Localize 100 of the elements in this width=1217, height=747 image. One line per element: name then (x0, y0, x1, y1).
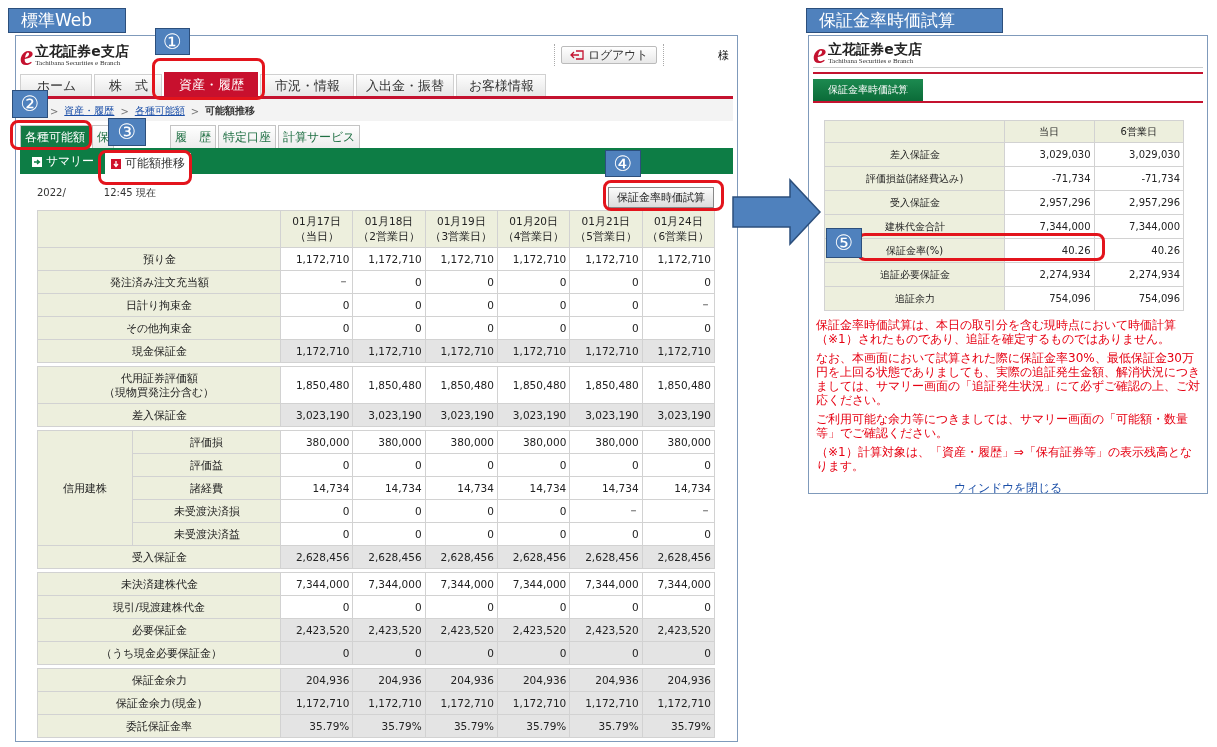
nav-tab[interactable]: 入出金・振替 (356, 74, 454, 96)
sub-tab[interactable]: 各種可能額 (20, 125, 90, 148)
notice-text: なお、本画面において試算された際に保証金率30%、最低保証金30万円を上回る状態でありましても、実際の追証発生金額、解消状況につきましては、サマリー画面の「追証発生状況」にて必ずご確認の上、ご対応ください。 (816, 351, 1201, 407)
row-header: 受入保証金 (824, 190, 1005, 215)
table-cell: 7,344,000 (425, 572, 498, 596)
row-header: 差入保証金 (824, 142, 1005, 167)
view-tab[interactable]: サマリー (28, 151, 98, 172)
notice-text: ご利用可能な余力等につきましては、サマリー画面の「可能額・数量等」でご確認ください。 (816, 412, 1189, 440)
sub-tab[interactable]: 特定口座 (218, 125, 276, 148)
table-cell: 380,000 (642, 430, 715, 454)
row-header: 現引/現渡建株代金 (37, 595, 281, 619)
annotation-marker: ② (12, 90, 48, 118)
table-cell: 380,000 (280, 430, 353, 454)
table-cell: 204,936 (280, 668, 353, 692)
table-cell: 204,936 (425, 668, 498, 692)
notice-text: （※1）計算対象は、「資産・履歴」⇒「保有証券等」の表示残高となります。 (816, 445, 1193, 473)
row-header: 預り金 (37, 247, 281, 271)
table-cell: 1,850,480 (569, 366, 643, 404)
table-cell: 1,850,480 (352, 366, 426, 404)
nav-tab[interactable]: 株 式 (94, 74, 162, 96)
annotation-marker: ④ (605, 150, 641, 177)
breadcrumb-current: 可能額推移 (205, 104, 256, 118)
row-header: 受入保証金 (37, 545, 281, 569)
row-header: 評価損益(諸経費込み) (824, 166, 1005, 191)
table-cell: 1,850,480 (642, 366, 715, 404)
user-suffix: 様 (718, 47, 729, 63)
row-header: 保証金余力(現金) (37, 691, 281, 715)
table-cell: 204,936 (569, 668, 643, 692)
row-header: 評価損 (132, 430, 281, 454)
row-header: 諸経費 (132, 476, 281, 500)
breadcrumb-separator: > (120, 105, 129, 117)
column-header: 01月17日 （当日） (280, 210, 353, 248)
table-cell: 204,936 (497, 668, 570, 692)
table-cell: 7,344,000 (642, 572, 715, 596)
column-header: 当日 (1004, 120, 1094, 143)
nav-tab[interactable]: 市況・情報 (260, 74, 354, 96)
row-header: 追証必要保証金 (824, 262, 1005, 287)
table-cell: 204,936 (642, 668, 715, 692)
nav-tab[interactable]: お客様情報 (456, 74, 546, 96)
popup-tab[interactable]: 保証金率時価試算 (813, 79, 923, 101)
sub-tab[interactable]: 履 歴 (170, 125, 216, 148)
table-cell: 1,850,480 (280, 366, 353, 404)
table-cell: 754,096 (1094, 286, 1184, 311)
margin-calc-button[interactable]: 保証金率時価試算 (608, 187, 714, 208)
logo-name: 立花証券e支店 (828, 41, 922, 57)
table-cell: 3,029,030 (1004, 142, 1094, 167)
column-header: 01月24日 （6営業日） (642, 210, 715, 248)
row-group-header: 信用建株 (37, 430, 133, 546)
table-cell: 754,096 (1004, 286, 1094, 311)
row-header: 日計り拘束金 (37, 293, 281, 317)
table-cell: 380,000 (497, 430, 570, 454)
screen-caption: 標準Web (8, 8, 126, 33)
table-cell: 380,000 (352, 430, 426, 454)
column-header: 01月20日 （4営業日） (497, 210, 570, 248)
table-cell: 380,000 (425, 430, 498, 454)
table-cell: 7,344,000 (569, 572, 643, 596)
table-cell: 3,029,030 (1094, 142, 1184, 167)
row-header: 必要保証金 (37, 618, 281, 642)
table-cell: 380,000 (569, 430, 643, 454)
nav-tab[interactable]: 資産・履歴 (164, 72, 258, 96)
logout-button[interactable]: ログアウト (561, 46, 657, 64)
sub-tab[interactable]: 計算サービス (278, 125, 360, 148)
table-cell: 1,850,480 (497, 366, 570, 404)
table-cell: 2,274,934 (1094, 262, 1184, 287)
breadcrumb-link[interactable]: 資産・履歴 (64, 104, 115, 118)
table-cell: 2,274,934 (1004, 262, 1094, 287)
row-header: 差入保証金 (37, 403, 281, 427)
row-header: 発注済み注文充当額 (37, 270, 281, 294)
notice-text: 保証金率時価試算は、本日の取引分を含む現時点において時価計算（※1）されたものであり、追証を確定するものではありません。 (816, 318, 1177, 346)
table-cell: 7,344,000 (280, 572, 353, 596)
column-header: 01月21日 （5営業日） (569, 210, 643, 248)
row-header: 未決済建株代金 (37, 572, 281, 596)
row-header: 評価益 (132, 453, 281, 477)
logo-mark: e (20, 42, 34, 68)
time-text: 12:45 現在 (103, 187, 156, 199)
table-cell: 204,936 (352, 668, 426, 692)
logo-name: 立花証券e支店 (35, 43, 129, 59)
table-cell: -71,734 (1094, 166, 1184, 191)
row-header: 未受渡決済益 (132, 522, 281, 546)
breadcrumb-separator: > (50, 105, 59, 117)
screen-caption: 保証金率時価試算 (806, 8, 1003, 33)
breadcrumb-link[interactable]: 各種可能額 (134, 104, 185, 118)
table-cell: 7,344,000 (497, 572, 570, 596)
table-cell: 2,957,296 (1094, 190, 1184, 215)
row-header: 委託保証金率 (37, 714, 281, 738)
logout-icon (570, 50, 584, 60)
row-header: 追証余力 (824, 286, 1005, 311)
down-arrow-icon (111, 158, 121, 169)
view-tab[interactable]: 可能額推移 (105, 153, 191, 174)
column-header: 01月19日 （3営業日） (425, 210, 498, 248)
table-cell: -71,734 (1004, 166, 1094, 191)
row-header: その他拘束金 (37, 316, 281, 340)
row-header: 代用証券評価額（現物買発注分含む） (37, 366, 281, 404)
table-cell: 2,957,296 (1004, 190, 1094, 215)
date-text: 2022/ (37, 187, 66, 199)
row-header: （うち現金必要保証金） (37, 641, 281, 665)
breadcrumb-separator: > (190, 105, 200, 117)
column-header: 6営業日 (1094, 120, 1184, 143)
annotation-marker: ① (155, 28, 190, 55)
row-header: 現金保証金 (37, 339, 281, 363)
